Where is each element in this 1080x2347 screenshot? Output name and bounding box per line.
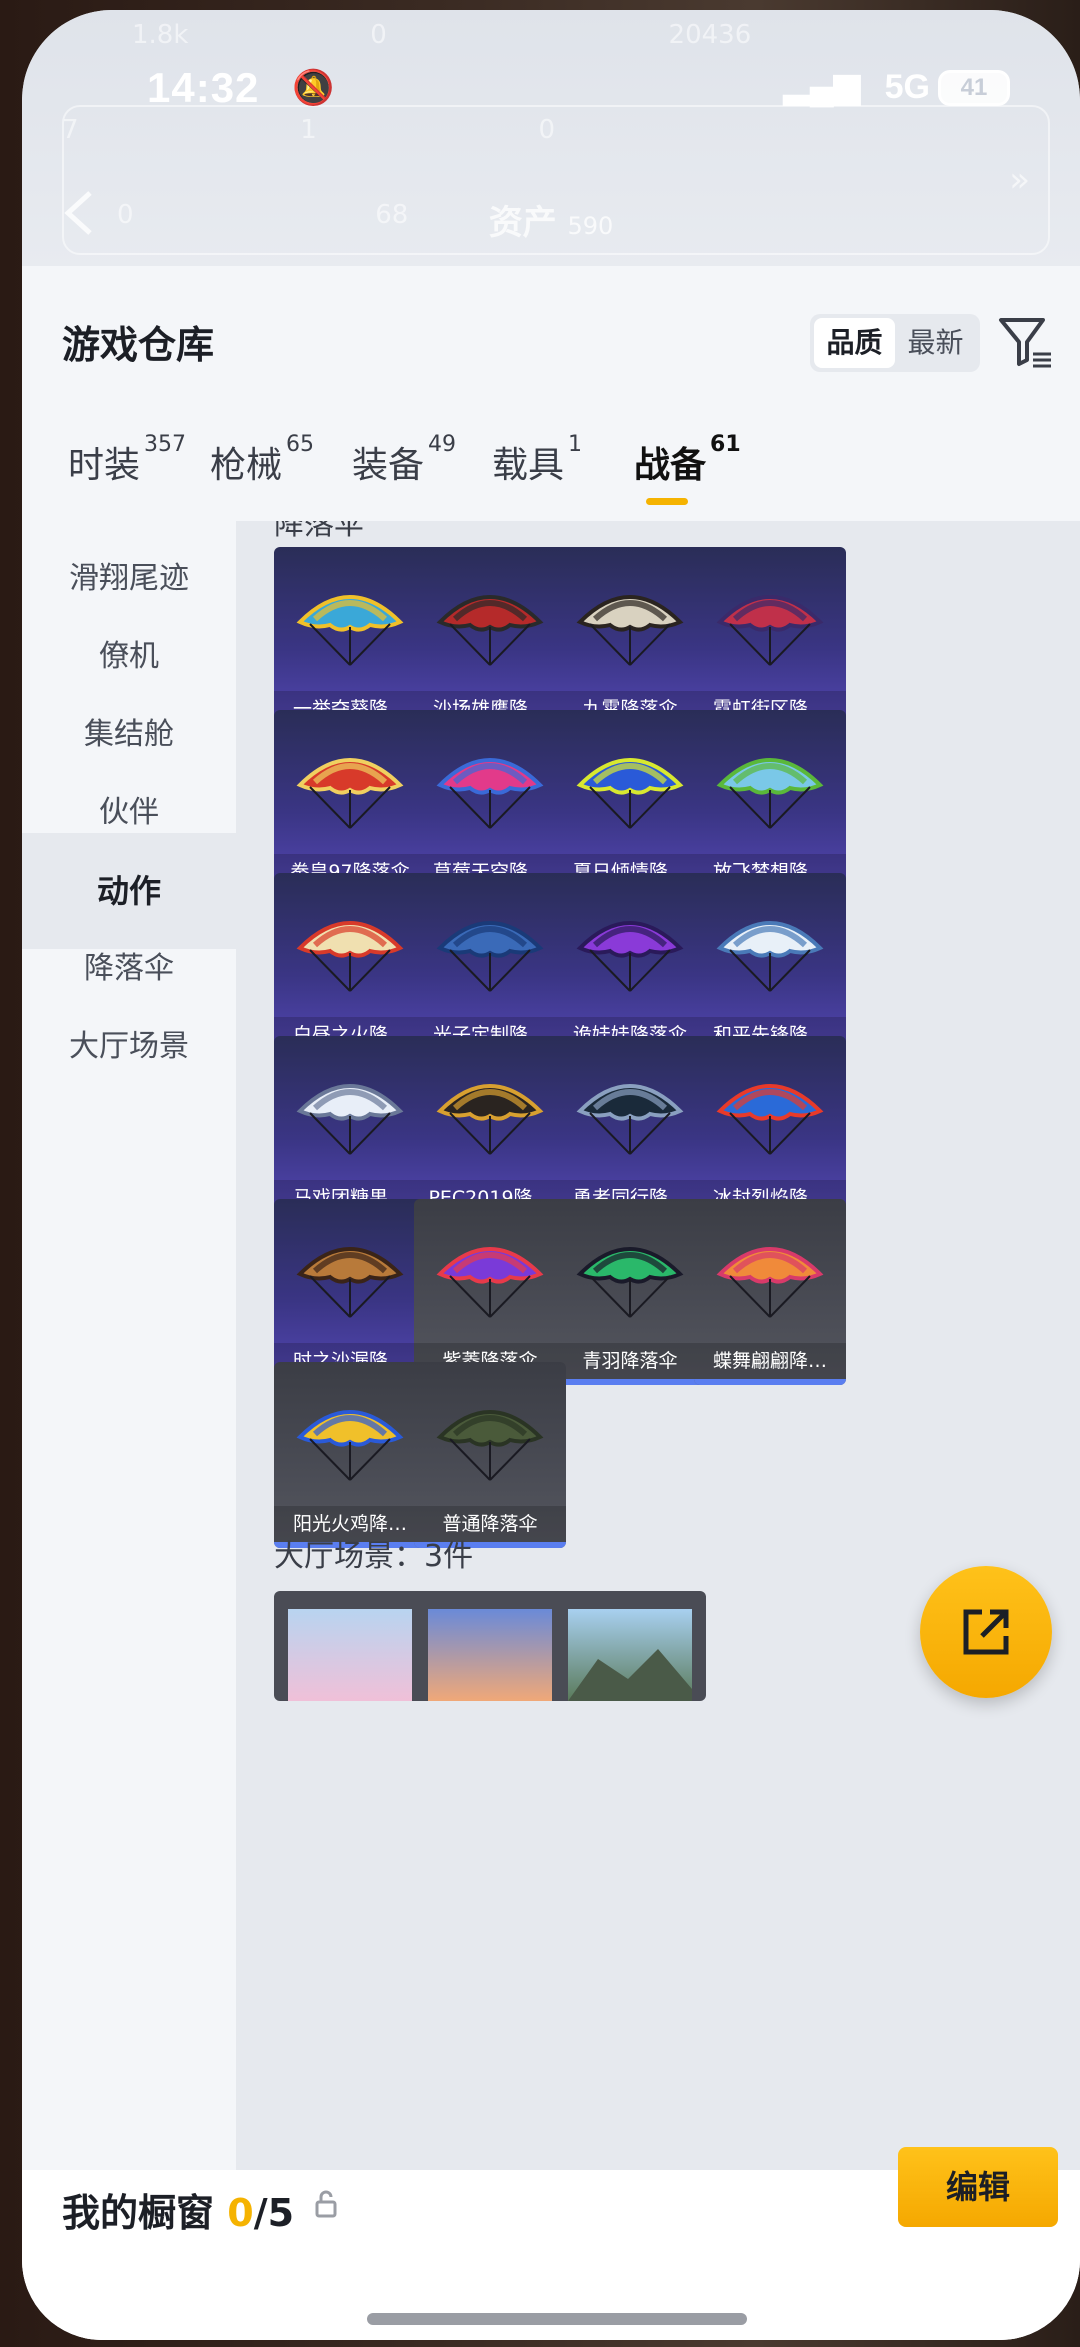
stat-value: 1.8k [132,20,189,50]
parachute-card[interactable]: 和平先锋降… [694,873,846,1059]
parachute-card[interactable]: 冰封烈焰降… [694,1036,846,1222]
status-bar: 14:32 🔕 ▂▄▆ 5G 41 [22,60,1080,120]
tab-weapons[interactable]: 枪械65 [210,432,314,488]
page-title: 游戏仓库 [62,323,215,367]
stat-value: 0 [370,20,387,50]
status-time: 14:32 [147,64,260,111]
parachute-card[interactable]: 放飞梦想降… [694,710,846,896]
lobby-scene-card[interactable] [274,1591,426,1701]
filter-icon[interactable] [997,314,1053,370]
parachute-card[interactable]: 阳光火鸡降… [274,1362,426,1548]
top-stats-row: 1.8k 0 20436 [132,20,1040,50]
network-type: 5G [884,68,930,106]
sheet-header: 游戏仓库 品质 最新 时装357 枪械65 装备49 载具1 战备61 [22,266,1080,521]
parachute-icon [576,1084,684,1155]
category-tabs: 时装357 枪械65 装备49 载具1 战备61 [22,432,1080,511]
parachute-icon [436,1247,544,1318]
scene-thumbnail [288,1609,412,1701]
parachute-name: 蝶舞翩翩降… [694,1343,846,1379]
lobby-scene-card[interactable] [414,1591,566,1701]
tab-battle-gear[interactable]: 战备61 [634,432,741,488]
sort-newest-button[interactable]: 最新 [895,318,976,368]
parachute-card[interactable]: 诡娃娃降落伞 [554,873,706,1059]
parachute-icon [296,1410,404,1481]
parachute-icon [716,921,824,992]
warehouse-sheet: 游戏仓库 品质 最新 时装357 枪械65 装备49 载具1 战备61 滑翔尾迹… [22,266,1080,2340]
lobby-section-title: 大厅场景：3件 [274,1539,474,1574]
assets-value: 590 [567,212,614,240]
rarity-stripe [554,1379,706,1385]
parachute-icon [436,1084,544,1155]
parachute-card[interactable]: 沙场雄鹰降… [414,547,566,733]
battery-icon: 41 [938,70,1010,106]
section-title-cut: 降落伞 [274,521,364,542]
sidebar-item-lobby-scene[interactable]: 大厅场景 [22,989,236,1105]
share-fab[interactable] [920,1566,1052,1698]
parachute-icon [436,595,544,666]
parachute-name: 青羽降落伞 [554,1343,706,1379]
parachute-card[interactable]: 青羽降落伞 [554,1199,706,1385]
parachute-icon [576,758,684,829]
tab-vehicles[interactable]: 载具1 [492,432,582,488]
chevron-right-icon[interactable]: » [1009,160,1030,200]
parachute-icon [576,1247,684,1318]
parachute-icon [576,595,684,666]
parachute-card[interactable]: 蝶舞翩翩降… [694,1199,846,1385]
sort-quality-button[interactable]: 品质 [814,318,895,368]
parachute-icon [716,595,824,666]
assets-title: 资产 590 [22,195,1080,244]
parachute-icon [296,758,404,829]
lock-icon [315,2190,337,2218]
parachute-icon [296,1084,404,1155]
parachute-icon [716,758,824,829]
signal-icon: ▂▄▆ [783,67,860,105]
parachute-icon [296,921,404,992]
parachute-icon [436,1410,544,1481]
edit-button[interactable]: 编辑 [898,2147,1058,2227]
parachute-card[interactable]: 拳皇97降落伞 [274,710,426,896]
parachute-card[interactable]: PEC2019降… [414,1036,566,1222]
phone-screen: 7 1 0 1.8k 0 20436 14:32 🔕 ▂▄▆ 5G 41 0 6… [22,10,1080,2340]
active-tab-indicator [646,498,688,505]
rarity-stripe [694,1379,846,1385]
mute-icon: 🔕 [292,69,335,107]
scene-thumbnail [568,1609,692,1701]
lobby-scene-card[interactable] [554,1591,706,1701]
parachute-card[interactable]: 九霄降落伞 [554,547,706,733]
parachute-icon [296,595,404,666]
showcase-label: 我的橱窗 0/5 [62,2182,294,2237]
sidebar-nav: 滑翔尾迹 僚机 集结舱 伙伴 动作 降落伞 大厅场景 [22,521,236,2251]
parachute-card[interactable]: 夏日倾情降… [554,710,706,896]
sort-toggle: 品质 最新 [810,314,980,372]
parachute-card[interactable]: 白昼之火降… [274,873,426,1059]
showcase-count: 0 [227,2191,254,2235]
assets-label: 资产 [488,203,557,243]
parachute-icon [716,1247,824,1318]
home-indicator[interactable] [367,2313,747,2325]
parachute-card[interactable]: 马戏团糖果… [274,1036,426,1222]
parachute-icon [716,1084,824,1155]
parachute-card[interactable]: 霓虹街区降… [694,547,846,733]
parachute-card[interactable]: 普通降落伞 [414,1362,566,1548]
parachute-icon [296,1247,404,1318]
parachute-card[interactable]: 勇者同行降… [554,1036,706,1222]
asset-header-background: 7 1 0 1.8k 0 20436 14:32 🔕 ▂▄▆ 5G 41 0 6… [22,10,1080,270]
stat-value: 20436 [668,20,752,50]
scene-thumbnail [428,1609,552,1701]
parachute-card[interactable]: 光子定制降… [414,873,566,1059]
tab-equipment[interactable]: 装备49 [352,432,456,488]
showcase-label-text: 我的橱窗 [62,2191,228,2235]
parachute-card[interactable]: 时之沙漏降… [274,1199,426,1385]
parachute-card[interactable]: 草莓天空降… [414,710,566,896]
parachute-icon [436,758,544,829]
showcase-total: /5 [253,2191,295,2235]
tab-outfits[interactable]: 时装357 [68,432,186,488]
item-grid: 降落伞 一举夺葵降… 沙场雄鹰降… 九霄降落伞 霓虹街区降… 拳皇97降落伞 草莓天空降…… [236,521,1080,2251]
parachute-icon [436,921,544,992]
parachute-icon [576,921,684,992]
parachute-card[interactable]: 一举夺葵降… [274,547,426,733]
parachute-card[interactable]: 紫菱降落伞 [414,1199,566,1385]
share-icon [963,1609,1009,1655]
